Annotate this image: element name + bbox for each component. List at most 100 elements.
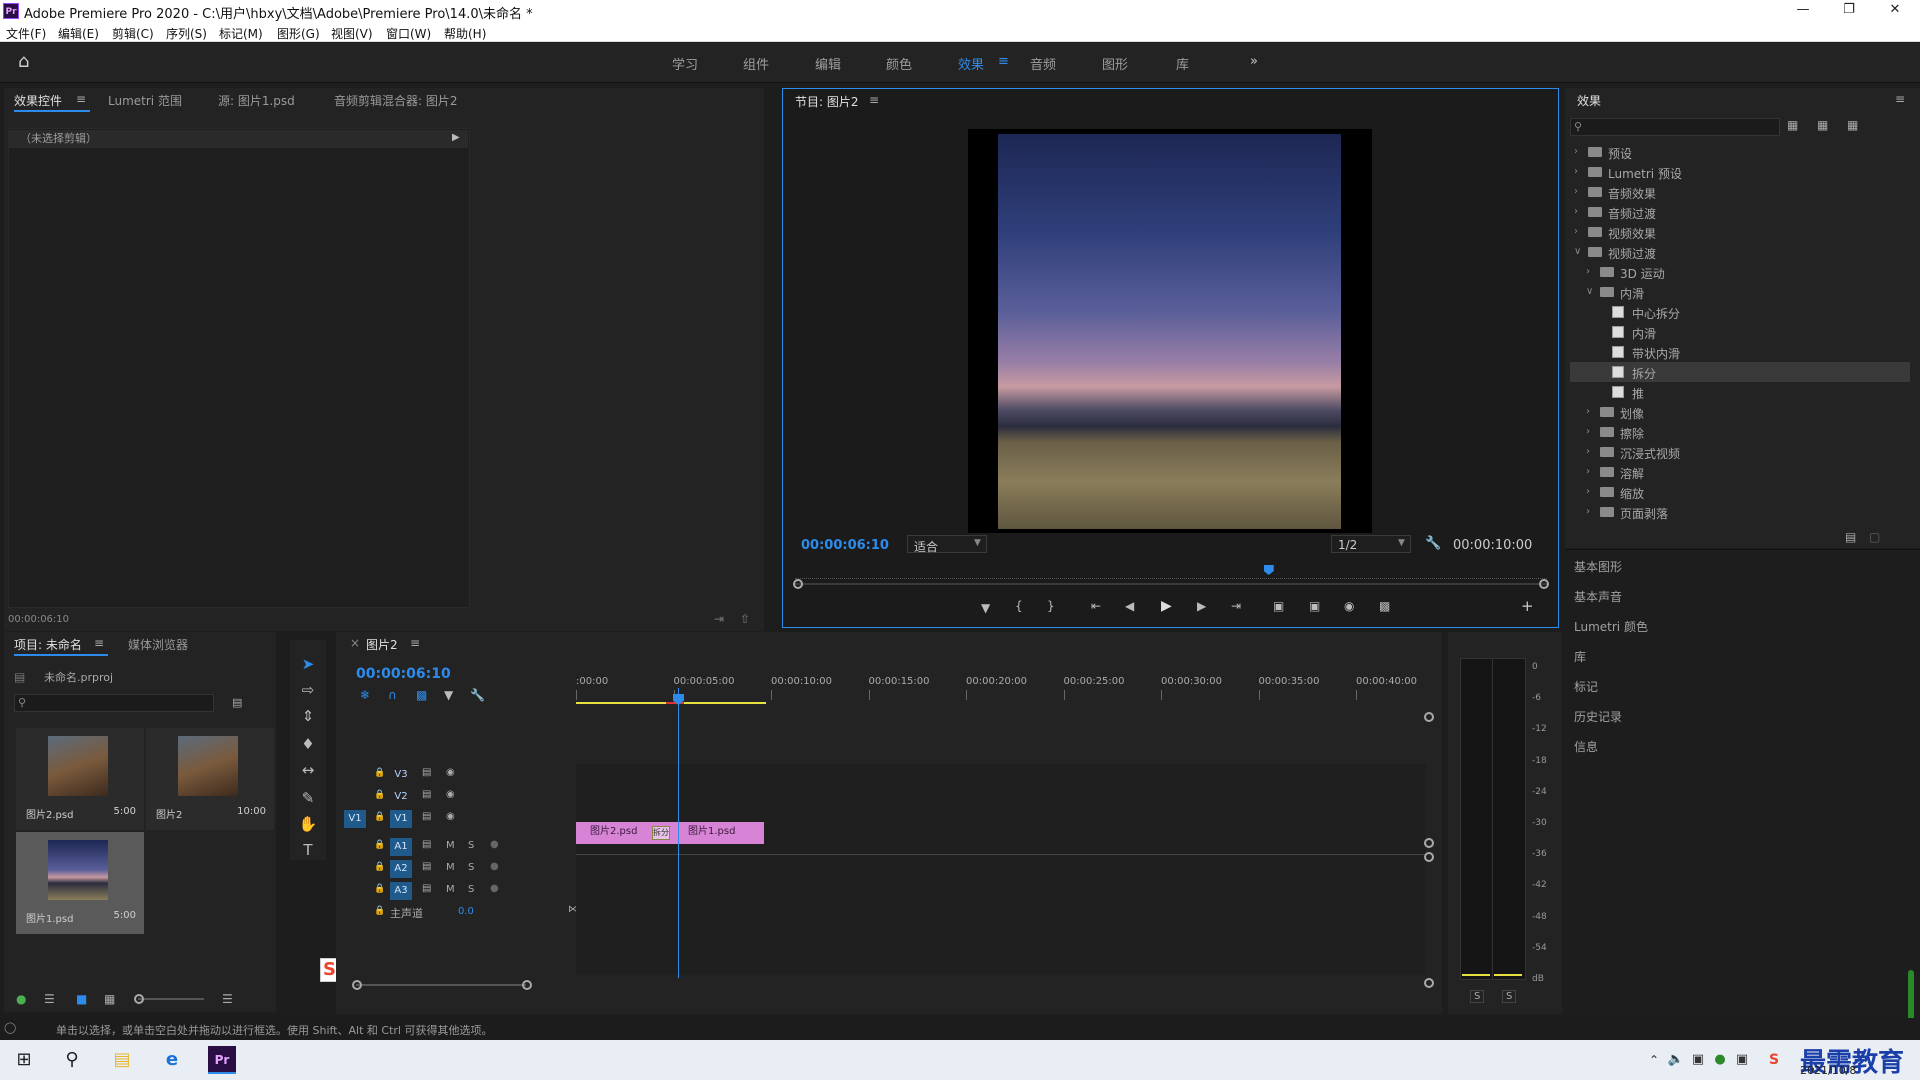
workspace-more-icon[interactable]: »: [1250, 54, 1258, 69]
workspace-libraries[interactable]: 库: [1176, 54, 1189, 73]
tab-effect-controls[interactable]: 效果控件: [14, 92, 62, 109]
tab-audio-clip-mixer[interactable]: 音频剪辑混合器: 图片2: [334, 92, 458, 109]
delete-icon[interactable]: ▢: [1869, 530, 1880, 544]
timeline-clip[interactable]: 图片2.psd: [576, 822, 664, 844]
zoom-handle-right[interactable]: [1539, 579, 1549, 589]
track-target-v2[interactable]: V2: [390, 788, 412, 806]
type-tool-icon[interactable]: T: [298, 840, 318, 860]
sync-lock-icon[interactable]: ▤: [422, 767, 431, 778]
effect-item[interactable]: 推: [1570, 382, 1910, 402]
sync-lock-icon[interactable]: ▤: [422, 861, 431, 872]
workspace-menu-icon[interactable]: ≡: [998, 54, 1009, 69]
track-header-v3[interactable]: 🔒 V3 ▤ ◉: [346, 764, 586, 786]
track-area[interactable]: [576, 764, 1426, 974]
chevron-right-icon[interactable]: ›: [1574, 226, 1578, 237]
solo-right-button[interactable]: S: [1502, 990, 1517, 1003]
effects-folder[interactable]: ∨ 内滑: [1570, 282, 1910, 302]
premiere-taskbar-icon[interactable]: Pr: [208, 1046, 236, 1074]
workspace-editing[interactable]: 编辑: [815, 54, 841, 73]
effects-folder[interactable]: › 沉浸式视频: [1570, 442, 1910, 462]
track-target-a2[interactable]: A2: [390, 860, 412, 878]
track-header-master[interactable]: 🔒 主声道 0.0 ⋈: [346, 902, 586, 924]
project-item[interactable]: 图片2 10:00: [146, 728, 274, 830]
solo-left-button[interactable]: S: [1470, 990, 1485, 1003]
track-target-v3[interactable]: V3: [390, 766, 412, 784]
effects-folder[interactable]: › 音频过渡: [1570, 202, 1910, 222]
step-back-icon[interactable]: ◀: [1125, 599, 1134, 613]
panel-markers[interactable]: 标记: [1574, 678, 1598, 695]
panel-lumetri-color[interactable]: Lumetri 颜色: [1574, 618, 1648, 635]
zoom-slider[interactable]: [138, 998, 204, 1000]
tab-project[interactable]: 项目: 未命名: [14, 636, 82, 653]
tab-lumetri-scopes[interactable]: Lumetri 范围: [108, 92, 182, 109]
track-target-v1[interactable]: V1: [390, 810, 412, 828]
program-current-time[interactable]: 00:00:06:10: [801, 538, 889, 553]
chevron-down-icon[interactable]: ∨: [1574, 246, 1581, 257]
effect-item[interactable]: 中心拆分: [1570, 302, 1910, 322]
chevron-right-icon[interactable]: ›: [1586, 426, 1590, 437]
source-patch-v1[interactable]: V1: [344, 810, 366, 828]
effects-folder[interactable]: › 视频效果: [1570, 222, 1910, 242]
video-scroll-handle[interactable]: [1424, 712, 1434, 722]
camera-icon[interactable]: ◉: [1344, 599, 1354, 613]
program-monitor-menu-icon[interactable]: ≡: [869, 93, 879, 107]
timeline-timecode[interactable]: 00:00:06:10: [356, 666, 451, 682]
voice-over-icon[interactable]: ●: [490, 883, 499, 894]
chevron-right-icon[interactable]: ›: [1586, 466, 1590, 477]
step-forward-icon[interactable]: ▶: [1197, 599, 1206, 613]
menu-sequence[interactable]: 序列(S): [166, 25, 207, 42]
project-menu-icon[interactable]: ≡: [94, 636, 104, 650]
effects-folder[interactable]: › Lumetri 预设: [1570, 162, 1910, 182]
effect-item[interactable]: 带状内滑: [1570, 342, 1910, 362]
chevron-right-icon[interactable]: ›: [1574, 166, 1578, 177]
timeline-sequence-tab[interactable]: 图片2: [366, 636, 398, 653]
sort-icon[interactable]: ☰: [222, 992, 233, 1006]
lock-icon[interactable]: 🔒: [374, 840, 385, 850]
project-search-input[interactable]: ⚲: [14, 694, 214, 712]
eye-icon[interactable]: ◉: [446, 767, 455, 778]
workspace-effects[interactable]: 效果: [958, 54, 984, 73]
voice-over-icon[interactable]: ●: [490, 861, 499, 872]
workspace-assembly[interactable]: 组件: [743, 54, 769, 73]
effects-folder[interactable]: ∨ 视频过渡: [1570, 242, 1910, 262]
video-scroll-handle[interactable]: [1424, 838, 1434, 848]
chevron-right-icon[interactable]: ›: [1586, 486, 1590, 497]
mute-button[interactable]: M: [446, 862, 455, 873]
eye-icon[interactable]: ◉: [446, 811, 455, 822]
sync-lock-icon[interactable]: ▤: [422, 789, 431, 800]
mark-out-icon[interactable]: }: [1047, 599, 1055, 613]
slip-tool-icon[interactable]: ↔: [298, 760, 318, 780]
snap-icon[interactable]: ∩: [388, 688, 397, 702]
master-volume-value[interactable]: 0.0: [458, 906, 474, 917]
linked-selection-icon[interactable]: ▩: [416, 688, 427, 702]
scroll-handle-right[interactable]: [522, 980, 532, 990]
close-button[interactable]: ✕: [1872, 0, 1918, 22]
lock-icon[interactable]: 🔒: [374, 906, 385, 916]
mute-button[interactable]: M: [446, 840, 455, 851]
effects-folder[interactable]: › 擦除: [1570, 422, 1910, 442]
effect-item[interactable]: 内滑: [1570, 322, 1910, 342]
lock-icon[interactable]: ●: [16, 992, 26, 1006]
freeform-view-icon[interactable]: ▦: [104, 992, 115, 1006]
menu-file[interactable]: 文件(F): [6, 25, 46, 42]
panel-info[interactable]: 信息: [1574, 738, 1598, 755]
lift-icon[interactable]: ▣: [1273, 599, 1284, 613]
minimize-button[interactable]: —: [1780, 0, 1826, 22]
track-select-tool-icon[interactable]: ⇨: [298, 680, 318, 700]
timeline-settings-icon[interactable]: 🔧: [470, 688, 485, 702]
track-header-v1[interactable]: V1 🔒 V1 ▤ ◉: [344, 808, 586, 830]
timeline-horizontal-scrollbar[interactable]: [356, 984, 526, 986]
play-icon[interactable]: ▶: [1161, 598, 1172, 614]
project-item[interactable]: 图片2.psd 5:00: [16, 728, 144, 830]
menu-clip[interactable]: 剪辑(C): [112, 25, 154, 42]
comparison-view-icon[interactable]: ▩: [1379, 599, 1390, 613]
list-view-icon[interactable]: ☰: [44, 992, 55, 1006]
menu-window[interactable]: 窗口(W): [386, 25, 431, 42]
effects-search-input[interactable]: ⚲: [1570, 118, 1780, 136]
audio-scroll-handle[interactable]: [1424, 978, 1434, 988]
edge-browser-icon[interactable]: e: [158, 1046, 186, 1074]
menu-edit[interactable]: 编辑(E): [58, 25, 99, 42]
zoom-scrollbar[interactable]: [795, 583, 1547, 585]
menu-view[interactable]: 视图(V): [331, 25, 373, 42]
panel-history[interactable]: 历史记录: [1574, 708, 1622, 725]
